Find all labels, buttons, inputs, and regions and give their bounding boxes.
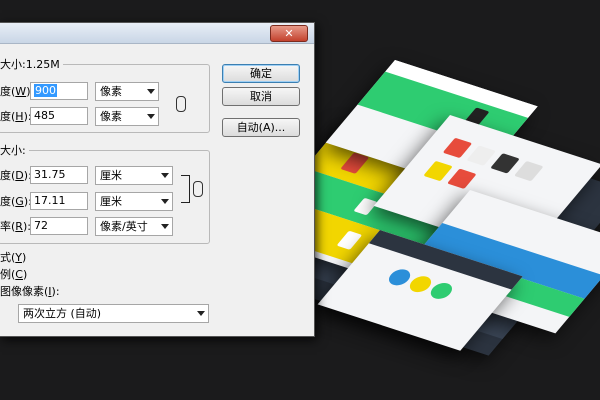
pixel-width-input[interactable]: 900 bbox=[30, 82, 88, 100]
chevron-down-icon bbox=[161, 199, 169, 204]
pixel-height-label: 度(H): bbox=[0, 110, 32, 123]
link-chain-icon bbox=[193, 181, 203, 197]
pixel-dimensions-legend: 大小:1.25M bbox=[0, 58, 63, 71]
dialog-titlebar[interactable]: ✕ bbox=[0, 23, 314, 44]
chevron-down-icon bbox=[147, 114, 155, 119]
constrain-proportions-checkbox[interactable]: 例(C) bbox=[0, 268, 27, 282]
pixel-height-input[interactable]: 485 bbox=[30, 107, 88, 125]
close-icon[interactable]: ✕ bbox=[270, 25, 308, 42]
resample-image-checkbox[interactable]: 图像像素(I): bbox=[0, 285, 60, 299]
auto-button[interactable]: 自动(A)... bbox=[222, 118, 300, 137]
doc-width-unit-select[interactable]: 厘米 bbox=[95, 166, 173, 185]
resample-method-select[interactable]: 两次立方 (自动) bbox=[18, 304, 209, 323]
chevron-down-icon bbox=[147, 89, 155, 94]
doc-width-label: 度(D): bbox=[0, 169, 32, 182]
pixel-height-unit-select[interactable]: 像素 bbox=[95, 107, 159, 126]
doc-height-unit-select[interactable]: 厘米 bbox=[95, 192, 173, 211]
doc-height-label: 度(G): bbox=[0, 195, 32, 208]
resolution-unit-select[interactable]: 像素/英寸 bbox=[95, 217, 173, 236]
pixel-width-unit-select[interactable]: 像素 bbox=[95, 82, 159, 101]
link-bracket bbox=[181, 175, 190, 203]
chevron-down-icon bbox=[161, 173, 169, 178]
link-chain-icon bbox=[176, 96, 186, 112]
chevron-down-icon bbox=[197, 311, 205, 316]
document-size-legend: 大小: bbox=[0, 144, 29, 157]
cancel-button[interactable]: 取消 bbox=[222, 87, 300, 106]
scale-styles-checkbox[interactable]: 式(Y) bbox=[0, 251, 26, 265]
ok-button[interactable]: 确定 bbox=[222, 64, 300, 83]
image-size-dialog: ✕ 大小:1.25M 度(W): 900 像素 度(H): 485 像素 确定 … bbox=[0, 22, 315, 337]
resolution-label: 率(R): bbox=[0, 220, 31, 233]
resolution-input[interactable]: 72 bbox=[30, 217, 88, 235]
chevron-down-icon bbox=[161, 224, 169, 229]
doc-width-input[interactable]: 31.75 bbox=[30, 166, 88, 184]
doc-height-input[interactable]: 17.11 bbox=[30, 192, 88, 210]
